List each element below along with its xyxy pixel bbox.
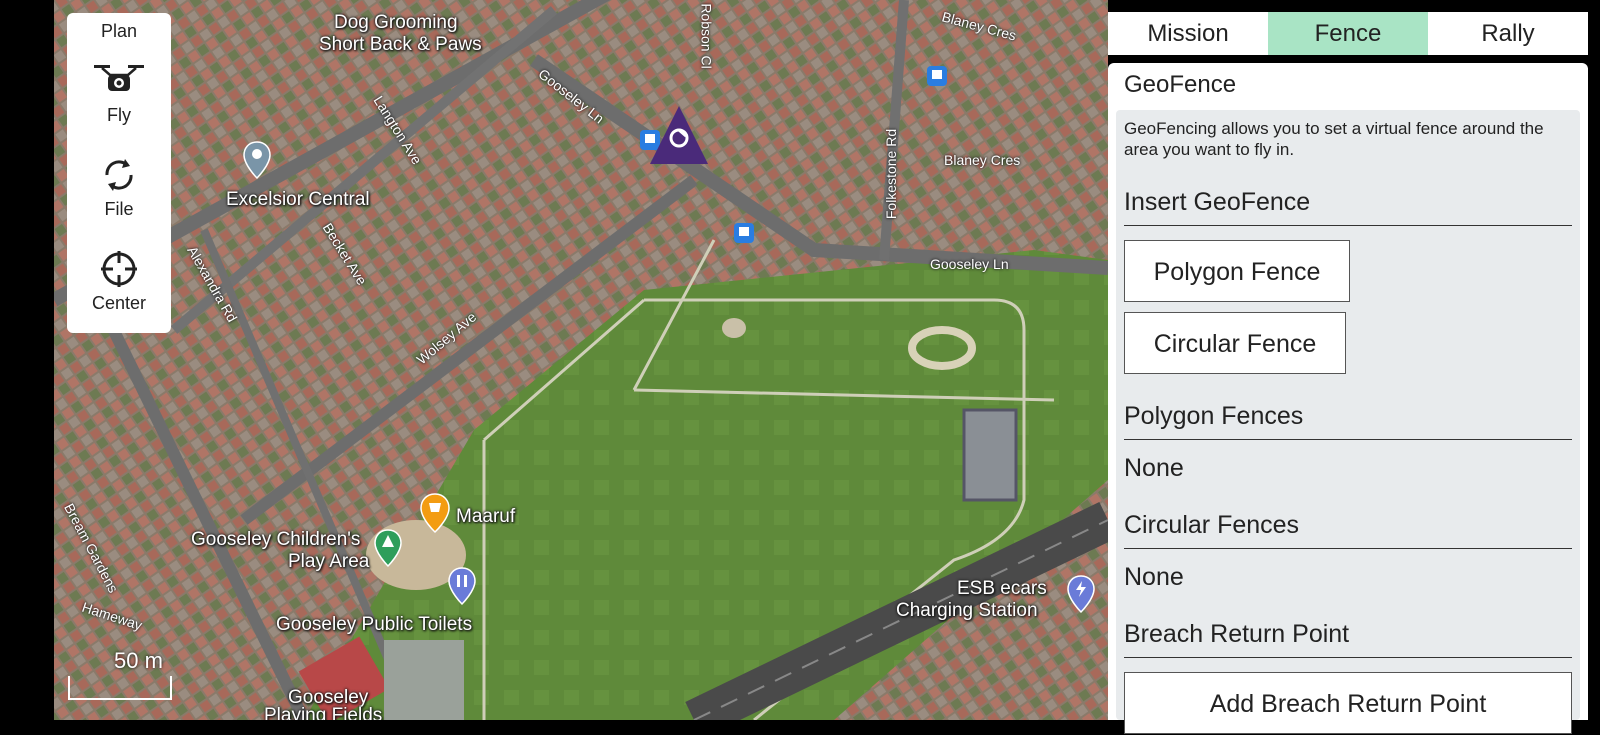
circular-fences-value: None <box>1124 563 1184 591</box>
tab-fence[interactable]: Fence <box>1268 12 1428 55</box>
street-label: Blaney Cres <box>944 152 1021 168</box>
tab-mission[interactable]: Mission <box>1108 12 1268 55</box>
insert-geofence-heading: Insert GeoFence <box>1124 188 1572 226</box>
file-label: File <box>104 199 134 219</box>
plan-type-tabs: Mission Fence Rally <box>1108 12 1588 55</box>
geofence-description: GeoFencing allows you to set a virtual f… <box>1124 119 1544 159</box>
map-scale: 50 m <box>68 646 172 706</box>
place-label: Excelsior Central <box>226 189 370 210</box>
place-label: Play Area <box>288 551 370 572</box>
plan-label: Plan <box>100 21 138 41</box>
file-button[interactable]: File <box>67 155 171 220</box>
geofence-editor: GeoFencing allows you to set a virtual f… <box>1116 110 1580 734</box>
panel-title: GeoFence <box>1124 71 1237 98</box>
polygon-fences-heading: Polygon Fences <box>1124 402 1572 440</box>
tab-rally[interactable]: Rally <box>1428 12 1588 55</box>
fly-label: Fly <box>107 105 131 125</box>
add-breach-return-point-button[interactable]: Add Breach Return Point <box>1124 672 1572 734</box>
circular-fences-heading: Circular Fences <box>1124 511 1572 549</box>
geofence-panel: GeoFence GeoFencing allows you to set a … <box>1108 63 1588 734</box>
plan-toolbar: Plan Fly File Center <box>67 13 171 333</box>
place-label: Charging Station <box>896 600 1038 621</box>
scale-bar <box>68 676 172 700</box>
plan-button[interactable]: Plan <box>67 21 171 42</box>
park-pin-icon[interactable] <box>374 528 402 568</box>
polygon-fences-value: None <box>1124 454 1184 482</box>
place-label: Dog Grooming <box>334 12 458 33</box>
toilets-pin-icon[interactable] <box>448 566 476 606</box>
place-label: Maaruf <box>456 506 516 527</box>
street-label: Robson Cl <box>698 3 715 69</box>
fly-button[interactable]: Fly <box>67 61 171 126</box>
place-label: Short Back & Paws <box>319 34 482 55</box>
street-label: Gooseley Ln <box>930 256 1009 272</box>
restaurant-pin-icon[interactable] <box>420 492 450 534</box>
crosshair-icon <box>101 251 137 287</box>
vehicle-icon[interactable] <box>648 104 710 166</box>
circular-fence-button[interactable]: Circular Fence <box>1124 312 1346 374</box>
map-view[interactable]: Dog Grooming Short Back & Paws Excelsior… <box>54 0 1108 720</box>
breach-return-point-heading: Breach Return Point <box>1124 620 1572 658</box>
bus-stop-icon <box>734 223 754 243</box>
drone-icon <box>94 65 144 91</box>
polygon-fence-button[interactable]: Polygon Fence <box>1124 240 1350 302</box>
sync-icon <box>105 159 133 191</box>
center-label: Center <box>91 293 147 313</box>
place-label: Gooseley Children's <box>191 529 361 550</box>
place-label: Gooseley Public Toilets <box>276 614 473 635</box>
charging-station-pin-icon[interactable] <box>1067 574 1095 614</box>
scale-label: 50 m <box>114 648 163 673</box>
center-button[interactable]: Center <box>67 249 171 314</box>
bus-stop-icon <box>927 66 947 86</box>
street-label: Folkestone Rd <box>883 128 900 220</box>
place-label: Playing Fields <box>264 705 383 720</box>
location-pin-icon[interactable] <box>243 140 271 180</box>
place-label: ESB ecars <box>957 578 1047 599</box>
